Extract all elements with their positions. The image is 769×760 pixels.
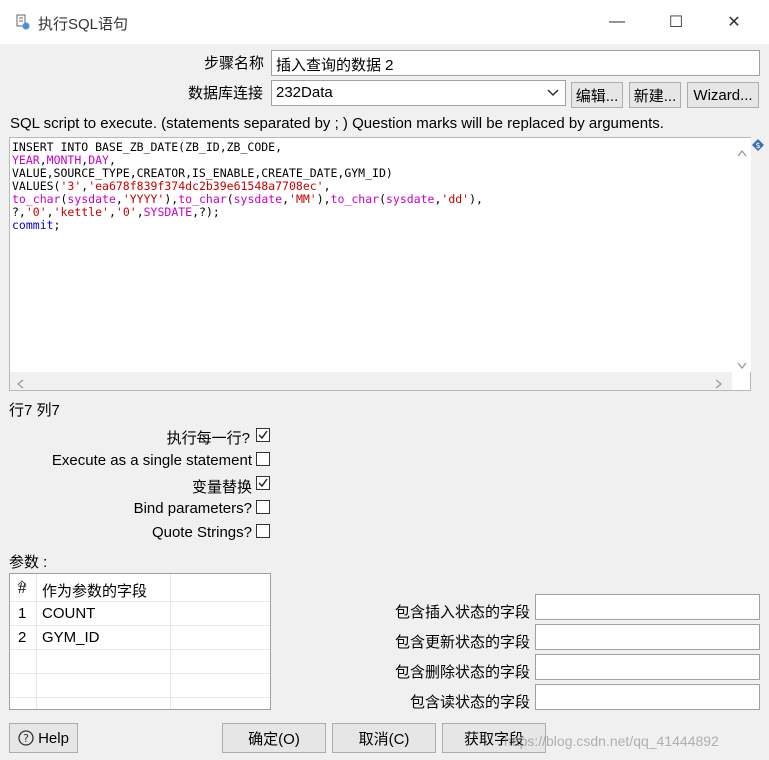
col-header-field[interactable]: 作为参数的字段 (42, 580, 147, 601)
maximize-button[interactable]: ☐ (656, 8, 696, 36)
cancel-button[interactable]: 取消(C) (332, 723, 436, 753)
col-divider (36, 574, 37, 709)
help-button[interactable]: ? Help (9, 723, 78, 753)
help-icon: ? (18, 730, 34, 746)
table-cell-field[interactable]: GYM_ID (42, 629, 100, 646)
col-header-number[interactable]: # (18, 580, 26, 597)
row-number: 2 (18, 629, 27, 646)
db-connection-select[interactable]: 232Data (271, 80, 566, 106)
execute-single-label: Execute as a single statement (51, 452, 252, 469)
insert-status-label: 包含插入状态的字段 (394, 604, 530, 621)
quote-strings-label: Quote Strings? (151, 524, 252, 541)
vertical-scrollbar[interactable] (732, 138, 751, 372)
bind-parameters-label: Bind parameters? (133, 500, 252, 517)
edit-connection-button[interactable]: 编辑... (571, 82, 623, 108)
update-status-input[interactable] (535, 624, 760, 650)
insert-status-input[interactable] (535, 594, 760, 620)
variable-substitution-label: 变量替换 (191, 479, 252, 496)
wizard-button[interactable]: Wizard... (687, 82, 759, 108)
help-label: Help (38, 729, 69, 747)
sql-caption: SQL script to execute. (statements separ… (10, 115, 664, 132)
delete-status-label: 包含删除状态的字段 (394, 664, 530, 681)
sql-editor[interactable]: INSERT INTO BASE_ZB_DATE(ZB_ID,ZB_CODE, … (9, 137, 751, 391)
variable-icon: $ (752, 138, 764, 151)
window-title: 执行SQL语句 (38, 16, 129, 33)
step-name-input[interactable]: 插入查询的数据 2 (271, 50, 760, 76)
quote-strings-checkbox[interactable] (256, 524, 270, 538)
execute-single-checkbox[interactable] (256, 452, 270, 466)
scroll-right-icon[interactable] (715, 376, 723, 393)
scroll-up-icon[interactable] (737, 144, 747, 161)
minimize-button[interactable]: — (597, 8, 637, 36)
table-cell-field[interactable]: COUNT (42, 605, 95, 622)
cursor-position: 行7 列7 (9, 402, 60, 419)
row-number: 1 (18, 605, 27, 622)
horizontal-scrollbar[interactable] (10, 372, 732, 390)
checkmark-icon (258, 430, 268, 440)
read-status-label: 包含读状态的字段 (409, 694, 530, 711)
sql-code: INSERT INTO BASE_ZB_DATE(ZB_ID,ZB_CODE, … (12, 140, 483, 232)
variable-substitution-checkbox[interactable] (256, 476, 270, 490)
params-table[interactable]: # 作为参数的字段 1 COUNT 2 GYM_ID (9, 573, 271, 710)
row-divider (10, 649, 270, 650)
params-label: 参数 : (9, 554, 48, 571)
sql-script-icon (14, 13, 32, 31)
bind-parameters-checkbox[interactable] (256, 500, 270, 514)
checkmark-icon (258, 478, 268, 488)
ok-button[interactable]: 确定(O) (222, 723, 326, 753)
row-divider (10, 625, 270, 626)
scroll-left-icon[interactable] (16, 376, 24, 393)
new-connection-button[interactable]: 新建... (629, 82, 681, 108)
close-button[interactable]: ✕ (714, 8, 754, 36)
chevron-down-icon[interactable] (545, 84, 561, 102)
delete-status-input[interactable] (535, 654, 760, 680)
step-name-label: 步骤名称 (204, 55, 265, 72)
read-status-input[interactable] (535, 684, 760, 710)
scroll-down-icon[interactable] (737, 356, 747, 373)
watermark: https://blog.csdn.net/qq_41444892 (504, 733, 719, 749)
db-connection-label: 数据库连接 (188, 85, 264, 102)
row-divider (10, 697, 270, 698)
col-divider (170, 574, 171, 709)
execute-each-row-checkbox[interactable] (256, 428, 270, 442)
db-connection-value: 232Data (276, 84, 333, 101)
row-divider (10, 601, 270, 602)
svg-text:$: $ (755, 141, 760, 150)
row-divider (10, 673, 270, 674)
update-status-label: 包含更新状态的字段 (394, 634, 530, 651)
svg-text:?: ? (23, 732, 29, 745)
execute-each-row-label: 执行每一行? (166, 430, 250, 447)
